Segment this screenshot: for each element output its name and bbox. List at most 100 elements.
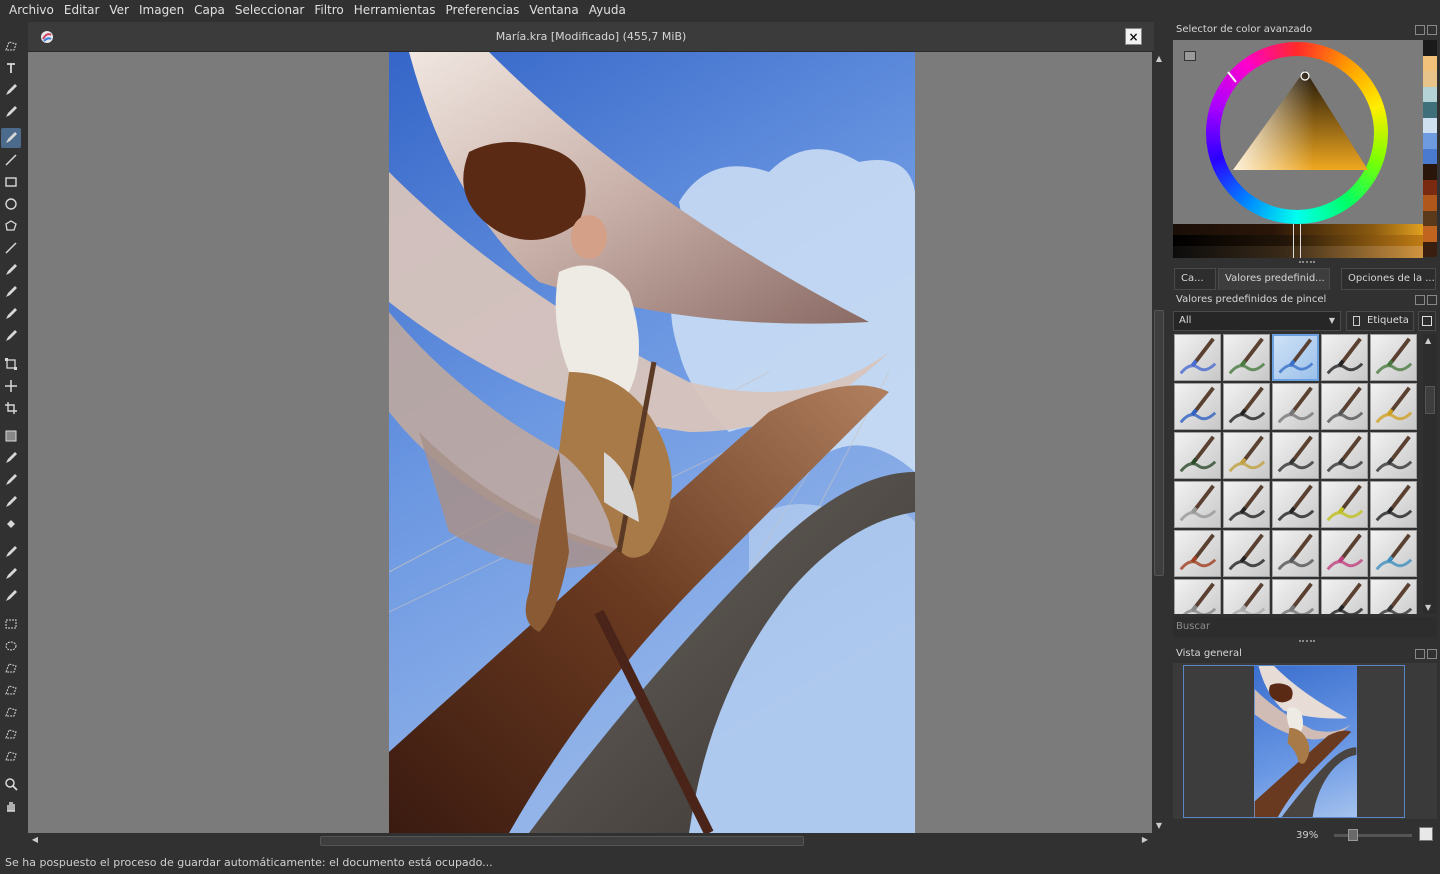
- fan-brush-preset[interactable]: [1370, 579, 1417, 614]
- menu-herramientas[interactable]: Herramientas: [349, 0, 441, 21]
- menu-seleccionar[interactable]: Seleccionar: [230, 0, 309, 21]
- marker-preset-yellow[interactable]: [1321, 481, 1368, 528]
- tool-freehand-select-icon[interactable]: [1, 680, 21, 700]
- canvas-horizontal-scrollbar[interactable]: ◀ ▶: [28, 833, 1152, 848]
- color-swatch[interactable]: [1423, 71, 1437, 87]
- color-swatch[interactable]: [1423, 102, 1437, 118]
- vertical-scroll-thumb[interactable]: [1154, 310, 1164, 576]
- color-triangle[interactable]: [1206, 42, 1388, 224]
- menu-capa[interactable]: Capa: [189, 0, 230, 21]
- color-swatch[interactable]: [1423, 86, 1437, 102]
- color-swatch[interactable]: [1423, 195, 1437, 211]
- scribble-preset-2[interactable]: [1321, 432, 1368, 479]
- float-docker-icon[interactable]: [1415, 649, 1425, 659]
- ink-pen-preset-2[interactable]: [1272, 481, 1319, 528]
- canvas-area[interactable]: [28, 52, 1152, 833]
- menu-filtro[interactable]: Filtro: [309, 0, 348, 21]
- tool-assistant-icon[interactable]: [1, 542, 21, 562]
- pencil-preset-mech[interactable]: [1321, 383, 1368, 430]
- tool-ellipse-select-icon[interactable]: [1, 636, 21, 656]
- menu-editar[interactable]: Editar: [59, 0, 105, 21]
- color-swatch[interactable]: [1423, 117, 1437, 133]
- brush-preset-green-wet[interactable]: [1223, 334, 1270, 381]
- menu-ayuda[interactable]: Ayuda: [584, 0, 631, 21]
- paint-brush-preset-2[interactable]: [1223, 530, 1270, 577]
- tool-calligraphy-icon[interactable]: [1, 102, 21, 122]
- preset-view-options-button[interactable]: [1418, 311, 1436, 331]
- zoom-slider[interactable]: [1334, 829, 1412, 841]
- marker-preset-blue[interactable]: [1370, 530, 1417, 577]
- color-history[interactable]: [1423, 40, 1437, 258]
- ink-pen-preset-1[interactable]: [1223, 481, 1270, 528]
- eraser-preset-2[interactable]: [1223, 579, 1270, 614]
- tool-bezier-icon[interactable]: [1, 260, 21, 280]
- color-swatch[interactable]: [1423, 55, 1437, 71]
- tool-ellipse-icon[interactable]: [1, 194, 21, 214]
- float-docker-icon[interactable]: [1415, 25, 1425, 35]
- liner-preset[interactable]: [1321, 579, 1368, 614]
- menu-preferencias[interactable]: Preferencias: [441, 0, 525, 21]
- tab-capas[interactable]: Ca...: [1174, 268, 1216, 290]
- scroll-up-icon[interactable]: ▲: [1154, 54, 1164, 64]
- tool-edit-shapes-icon[interactable]: [1, 80, 21, 100]
- brush-preset-blue-flat[interactable]: [1272, 334, 1319, 381]
- zoom-slider-handle[interactable]: [1348, 829, 1358, 841]
- scroll-down-icon[interactable]: ▼: [1154, 821, 1164, 831]
- pencil-preset-grey[interactable]: [1272, 383, 1319, 430]
- tool-contiguous-select-icon[interactable]: [1, 702, 21, 722]
- tool-polyline-icon[interactable]: [1, 238, 21, 258]
- color-swatch[interactable]: [1423, 226, 1437, 242]
- tool-rectangle-icon[interactable]: [1, 172, 21, 192]
- menu-ver[interactable]: Ver: [104, 0, 134, 21]
- menu-imagen[interactable]: Imagen: [134, 0, 189, 21]
- fountain-pen-preset[interactable]: [1370, 481, 1417, 528]
- preset-search-input[interactable]: Buscar: [1173, 617, 1437, 637]
- brush-preset-black-wet[interactable]: [1321, 334, 1368, 381]
- tool-transform-icon[interactable]: [1, 354, 21, 374]
- zoom-fit-icon[interactable]: [1419, 827, 1433, 841]
- tool-polygon-select-icon[interactable]: [1, 658, 21, 678]
- pencil-preset-black[interactable]: [1223, 383, 1270, 430]
- color-swatch[interactable]: [1423, 179, 1437, 195]
- color-swatch[interactable]: [1423, 133, 1437, 149]
- blender-preset-1[interactable]: [1272, 530, 1319, 577]
- tab-brush-presets[interactable]: Valores predefinid...: [1218, 268, 1330, 290]
- eraser-preset-3[interactable]: [1272, 579, 1319, 614]
- tool-move-icon[interactable]: [1, 376, 21, 396]
- tag-button[interactable]: Etiqueta: [1346, 311, 1414, 331]
- tool-measure-icon[interactable]: [1, 564, 21, 584]
- marker-preset-pink[interactable]: [1321, 530, 1368, 577]
- preset-filter-select[interactable]: All ▼: [1173, 311, 1341, 331]
- shade-selector[interactable]: [1173, 224, 1423, 258]
- zigzag-preset[interactable]: [1223, 432, 1270, 479]
- tool-dynamic-brush-icon[interactable]: [1, 304, 21, 324]
- tool-zoom-icon[interactable]: [1, 774, 21, 794]
- scroll-right-icon[interactable]: ▶: [1140, 835, 1150, 845]
- pencil-preset-yellow[interactable]: [1370, 383, 1417, 430]
- close-docker-icon[interactable]: [1427, 295, 1437, 305]
- hue-ring[interactable]: [1206, 42, 1388, 224]
- float-docker-icon[interactable]: [1415, 295, 1425, 305]
- charcoal-preset-green[interactable]: [1174, 432, 1221, 479]
- menu-archivo[interactable]: Archivo: [4, 0, 59, 21]
- scroll-down-icon[interactable]: ▼: [1425, 603, 1431, 612]
- preset-scrollbar[interactable]: ▲ ▼: [1423, 334, 1437, 614]
- color-swatch[interactable]: [1423, 241, 1437, 257]
- scroll-up-icon[interactable]: ▲: [1425, 336, 1431, 345]
- paint-brush-preset-1[interactable]: [1174, 530, 1221, 577]
- color-selector-menu-icon[interactable]: [1184, 51, 1196, 61]
- tool-reference-icon[interactable]: [1, 586, 21, 606]
- tool-gradient-icon[interactable]: [1, 426, 21, 446]
- color-swatch[interactable]: [1423, 210, 1437, 226]
- preset-scroll-thumb[interactable]: [1425, 386, 1435, 414]
- tab-tool-options[interactable]: Opciones de la ...: [1341, 268, 1436, 290]
- tool-freehand-brush-icon[interactable]: [1, 128, 21, 148]
- artwork-image[interactable]: [389, 52, 915, 833]
- tool-color-sampler-icon[interactable]: [1, 448, 21, 468]
- tool-crop-icon[interactable]: [1, 398, 21, 418]
- tool-bezier-select-icon[interactable]: [1, 746, 21, 766]
- docker-splitter[interactable]: [1299, 640, 1315, 642]
- scribble-preset-3[interactable]: [1370, 432, 1417, 479]
- tool-rect-select-icon[interactable]: [1, 614, 21, 634]
- canvas-vertical-scrollbar[interactable]: ▲ ▼: [1152, 52, 1166, 833]
